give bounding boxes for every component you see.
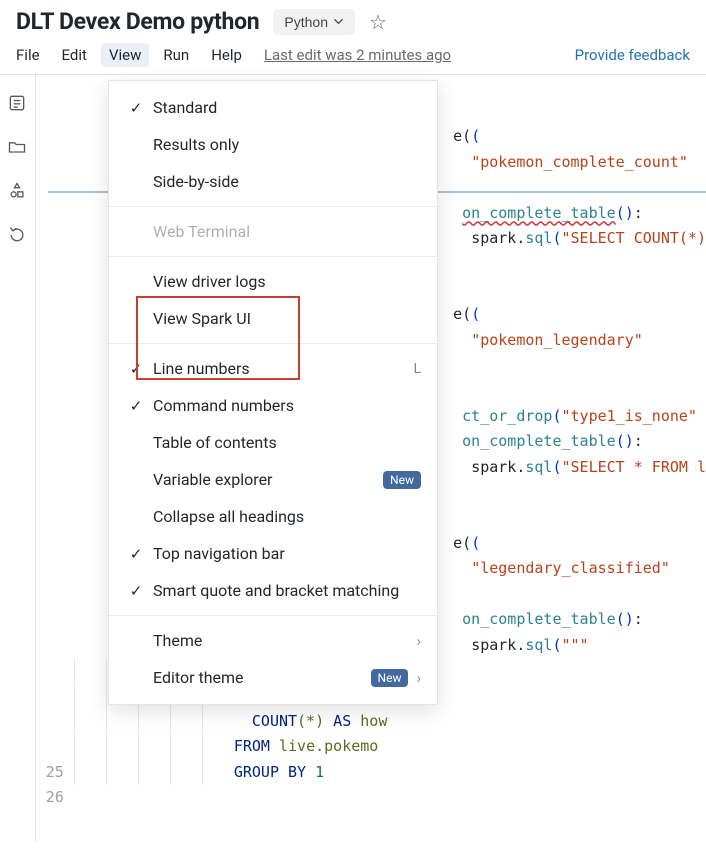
language-dropdown[interactable]: Python [273, 9, 355, 35]
check-icon: ✓ [127, 99, 145, 117]
check-icon: ✓ [127, 545, 145, 563]
menu-view[interactable]: View [101, 43, 149, 67]
dd-variable-explorer[interactable]: Variable explorer New [109, 461, 437, 498]
title-row: DLT Devex Demo python Python ☆ [16, 8, 690, 35]
new-badge: New [383, 471, 421, 489]
star-icon[interactable]: ☆ [369, 10, 387, 34]
menu-run[interactable]: Run [163, 46, 189, 64]
notebook-title[interactable]: DLT Devex Demo python [16, 8, 259, 35]
chevron-down-icon [333, 16, 344, 27]
separator [109, 615, 437, 616]
menu-help[interactable]: Help [211, 46, 242, 64]
dd-command-numbers[interactable]: ✓ Command numbers [109, 387, 437, 424]
dd-theme[interactable]: Theme › [109, 622, 437, 659]
dd-side-by-side[interactable]: Side-by-side [109, 163, 437, 200]
provide-feedback-link[interactable]: Provide feedback [575, 46, 690, 64]
menu-edit[interactable]: Edit [62, 46, 87, 64]
dd-collapse-headings[interactable]: Collapse all headings [109, 498, 437, 535]
dd-line-numbers[interactable]: ✓ Line numbers L [109, 350, 437, 387]
gutter: 2526 [36, 99, 74, 836]
view-dropdown: ✓ Standard Results only Side-by-side Web… [108, 80, 438, 705]
outline-icon[interactable] [7, 93, 27, 117]
check-icon: ✓ [127, 582, 145, 600]
last-edit-link[interactable]: Last edit was 2 minutes ago [264, 46, 451, 64]
separator [109, 343, 437, 344]
folder-icon[interactable] [7, 137, 27, 161]
language-label: Python [284, 14, 328, 30]
dd-top-nav[interactable]: ✓ Top navigation bar [109, 535, 437, 572]
check-icon: ✓ [127, 397, 145, 415]
dd-view-spark-ui[interactable]: View Spark UI [109, 300, 437, 337]
new-badge: New [371, 669, 409, 687]
dd-web-terminal: Web Terminal [109, 213, 437, 250]
dd-standard[interactable]: ✓ Standard [109, 89, 437, 126]
shortcut-label: L [413, 361, 421, 377]
menu-file[interactable]: File [16, 46, 40, 64]
shapes-icon[interactable] [7, 181, 27, 205]
dd-smart-quote[interactable]: ✓ Smart quote and bracket matching [109, 572, 437, 609]
menu-bar: File Edit View Run Help Last edit was 2 … [16, 41, 690, 74]
dd-toc[interactable]: Table of contents [109, 424, 437, 461]
check-icon: ✓ [127, 360, 145, 378]
header: DLT Devex Demo python Python ☆ File Edit… [0, 0, 706, 74]
refresh-icon[interactable] [7, 225, 27, 249]
dd-results-only[interactable]: Results only [109, 126, 437, 163]
dd-view-driver-logs[interactable]: View driver logs [109, 263, 437, 300]
separator [109, 256, 437, 257]
chevron-right-icon: › [416, 669, 421, 687]
dd-editor-theme[interactable]: Editor theme New › [109, 659, 437, 696]
chevron-right-icon: › [416, 632, 421, 650]
left-rail [0, 74, 36, 842]
separator [109, 206, 437, 207]
